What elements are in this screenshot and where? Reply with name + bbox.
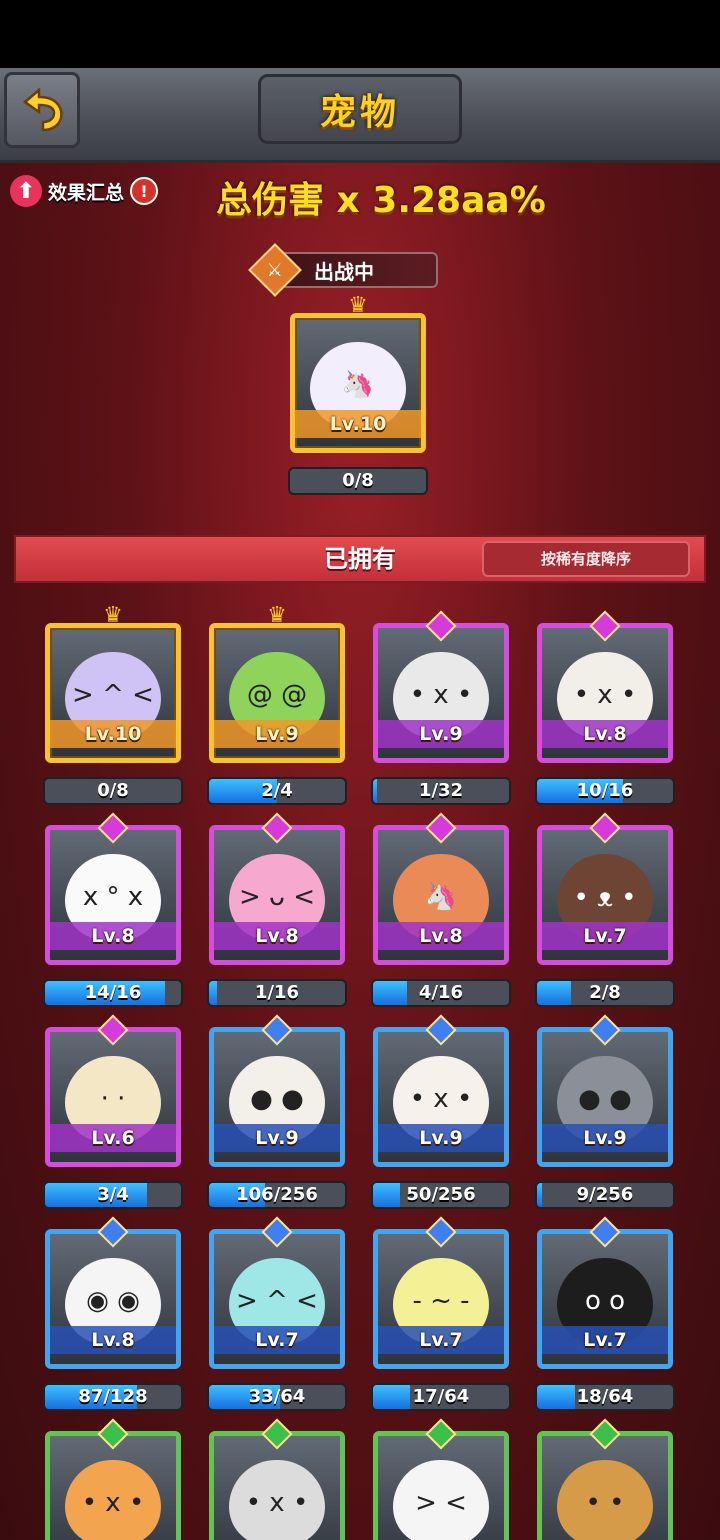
pet-level: Lv.7 <box>214 1326 340 1354</box>
progress-text: 0/8 <box>97 780 129 801</box>
pet-level: Lv.8 <box>50 922 176 950</box>
pet-level: Lv.6 <box>50 1124 176 1152</box>
progress-text: 10/16 <box>576 780 634 801</box>
sort-button[interactable]: 按稀有度降序 <box>482 541 690 577</box>
shard-progress-bar: 1/16 <box>207 979 347 1007</box>
effect-summary[interactable]: ⬆ 效果汇总 ! <box>10 175 159 207</box>
progress-text: 9/256 <box>576 1184 634 1205</box>
pet-level: Lv.9 <box>378 720 504 748</box>
shard-progress-bar: 14/16 <box>43 979 183 1007</box>
progress-text: 106/256 <box>236 1184 318 1205</box>
shard-progress-bar: 4/16 <box>371 979 511 1007</box>
owned-header: 已拥有 按稀有度降序 <box>14 535 706 583</box>
pet-level: Lv.9 <box>542 1124 668 1152</box>
pet-level: Lv.8 <box>214 922 340 950</box>
crossed-swords-icon: ⚔ <box>248 243 302 297</box>
progress-text: 18/64 <box>576 1386 634 1407</box>
pet-card[interactable]: • ᴥ • Lv.7 <box>537 825 673 965</box>
pet-card[interactable]: • x • Lv.9 <box>373 1027 509 1167</box>
pet-card[interactable]: 🦄 Lv.8 <box>373 825 509 965</box>
progress-text: 2/8 <box>589 982 621 1003</box>
pet-card[interactable]: ◉ ◉ Lv.8 <box>45 1229 181 1369</box>
exclamation-icon: ! <box>130 177 159 205</box>
progress-text: 2/4 <box>261 780 293 801</box>
pet-level: Lv.10 <box>50 720 176 748</box>
status-bar <box>0 0 720 68</box>
crown-icon: ♛ <box>348 292 368 318</box>
shard-progress-bar: 2/8 <box>535 979 675 1007</box>
pet-level: Lv.8 <box>50 1326 176 1354</box>
shard-progress-bar: 9/256 <box>535 1181 675 1209</box>
progress-text: 50/256 <box>406 1184 476 1205</box>
pet-card[interactable]: • x • Lv.8 <box>537 623 673 763</box>
shard-progress-bar: 87/128 <box>43 1383 183 1411</box>
pet-portrait: • x • <box>229 1460 325 1540</box>
pet-level: Lv.9 <box>214 720 340 748</box>
pet-level: Lv.10 <box>295 410 421 438</box>
pet-level: Lv.9 <box>214 1124 340 1152</box>
progress-text: 14/16 <box>84 982 142 1003</box>
pet-card[interactable]: @ @ Lv.9 <box>209 623 345 763</box>
pet-card[interactable]: ● ● Lv.9 <box>209 1027 345 1167</box>
progress-text: 17/64 <box>412 1386 470 1407</box>
progress-text: 87/128 <box>78 1386 148 1407</box>
shard-progress-bar: 2/4 <box>207 777 347 805</box>
pet-card[interactable]: - ~ - Lv.7 <box>373 1229 509 1369</box>
pet-level: Lv.8 <box>378 922 504 950</box>
progress-text: 3/4 <box>97 1184 129 1205</box>
pet-card[interactable]: 🦄 Lv.10 <box>290 313 426 453</box>
arrow-up-icon: ⬆ <box>10 175 42 207</box>
progress-text: 1/16 <box>254 982 300 1003</box>
shard-progress-bar: 10/16 <box>535 777 675 805</box>
shard-progress-bar: 1/32 <box>371 777 511 805</box>
pet-card[interactable]: o o Lv.7 <box>537 1229 673 1369</box>
pet-portrait: • • <box>557 1460 653 1540</box>
pet-level: Lv.7 <box>542 1326 668 1354</box>
crown-icon: ♛ <box>103 602 123 628</box>
pet-portrait: • x • <box>65 1460 161 1540</box>
deployed-badge: ⚔ 出战中 <box>248 243 438 297</box>
shard-progress-bar: 0/8 <box>288 467 428 495</box>
pet-card[interactable]: • x • Lv.9 <box>373 623 509 763</box>
page-title: 宠物 <box>319 92 400 133</box>
shard-progress-bar: 3/4 <box>43 1181 183 1209</box>
progress-text: 33/64 <box>248 1386 306 1407</box>
back-button[interactable] <box>4 72 80 148</box>
pet-card[interactable]: > ^ < Lv.10 <box>45 623 181 763</box>
shard-progress-bar: 50/256 <box>371 1181 511 1209</box>
progress-text: 4/16 <box>418 982 464 1003</box>
pet-card[interactable]: ● ● Lv.9 <box>537 1027 673 1167</box>
pet-card[interactable]: > ᴗ < Lv.8 <box>209 825 345 965</box>
pet-card[interactable]: · · Lv.6 <box>45 1027 181 1167</box>
deployed-label: 出战中 <box>314 259 374 284</box>
shard-progress-bar: 18/64 <box>535 1383 675 1411</box>
total-damage: 总伤害 x 3.28aa% <box>216 180 546 221</box>
shard-progress-bar: 33/64 <box>207 1383 347 1411</box>
crown-icon: ♛ <box>267 602 287 628</box>
title-plate: 宠物 <box>258 74 462 144</box>
pet-level: Lv.7 <box>378 1326 504 1354</box>
pet-portrait: > < <box>393 1460 489 1540</box>
progress-text: 1/32 <box>418 780 464 801</box>
pet-level: Lv.9 <box>378 1124 504 1152</box>
pet-level: Lv.7 <box>542 922 668 950</box>
shard-progress-bar: 106/256 <box>207 1181 347 1209</box>
effect-summary-label: 效果汇总 <box>48 181 125 204</box>
pet-card[interactable]: > ^ < Lv.7 <box>209 1229 345 1369</box>
shard-progress-bar: 17/64 <box>371 1383 511 1411</box>
undo-arrow-icon <box>22 88 63 132</box>
progress-text: 0/8 <box>342 470 374 491</box>
pet-card[interactable]: x ° x Lv.8 <box>45 825 181 965</box>
shard-progress-bar: 0/8 <box>43 777 183 805</box>
pet-screen: ⬆ 效果汇总 ! 总伤害 x 3.28aa% ⚔ 出战中 🦄 Lv.10 ♛ 0/8 … <box>0 163 720 1540</box>
pet-level: Lv.8 <box>542 720 668 748</box>
